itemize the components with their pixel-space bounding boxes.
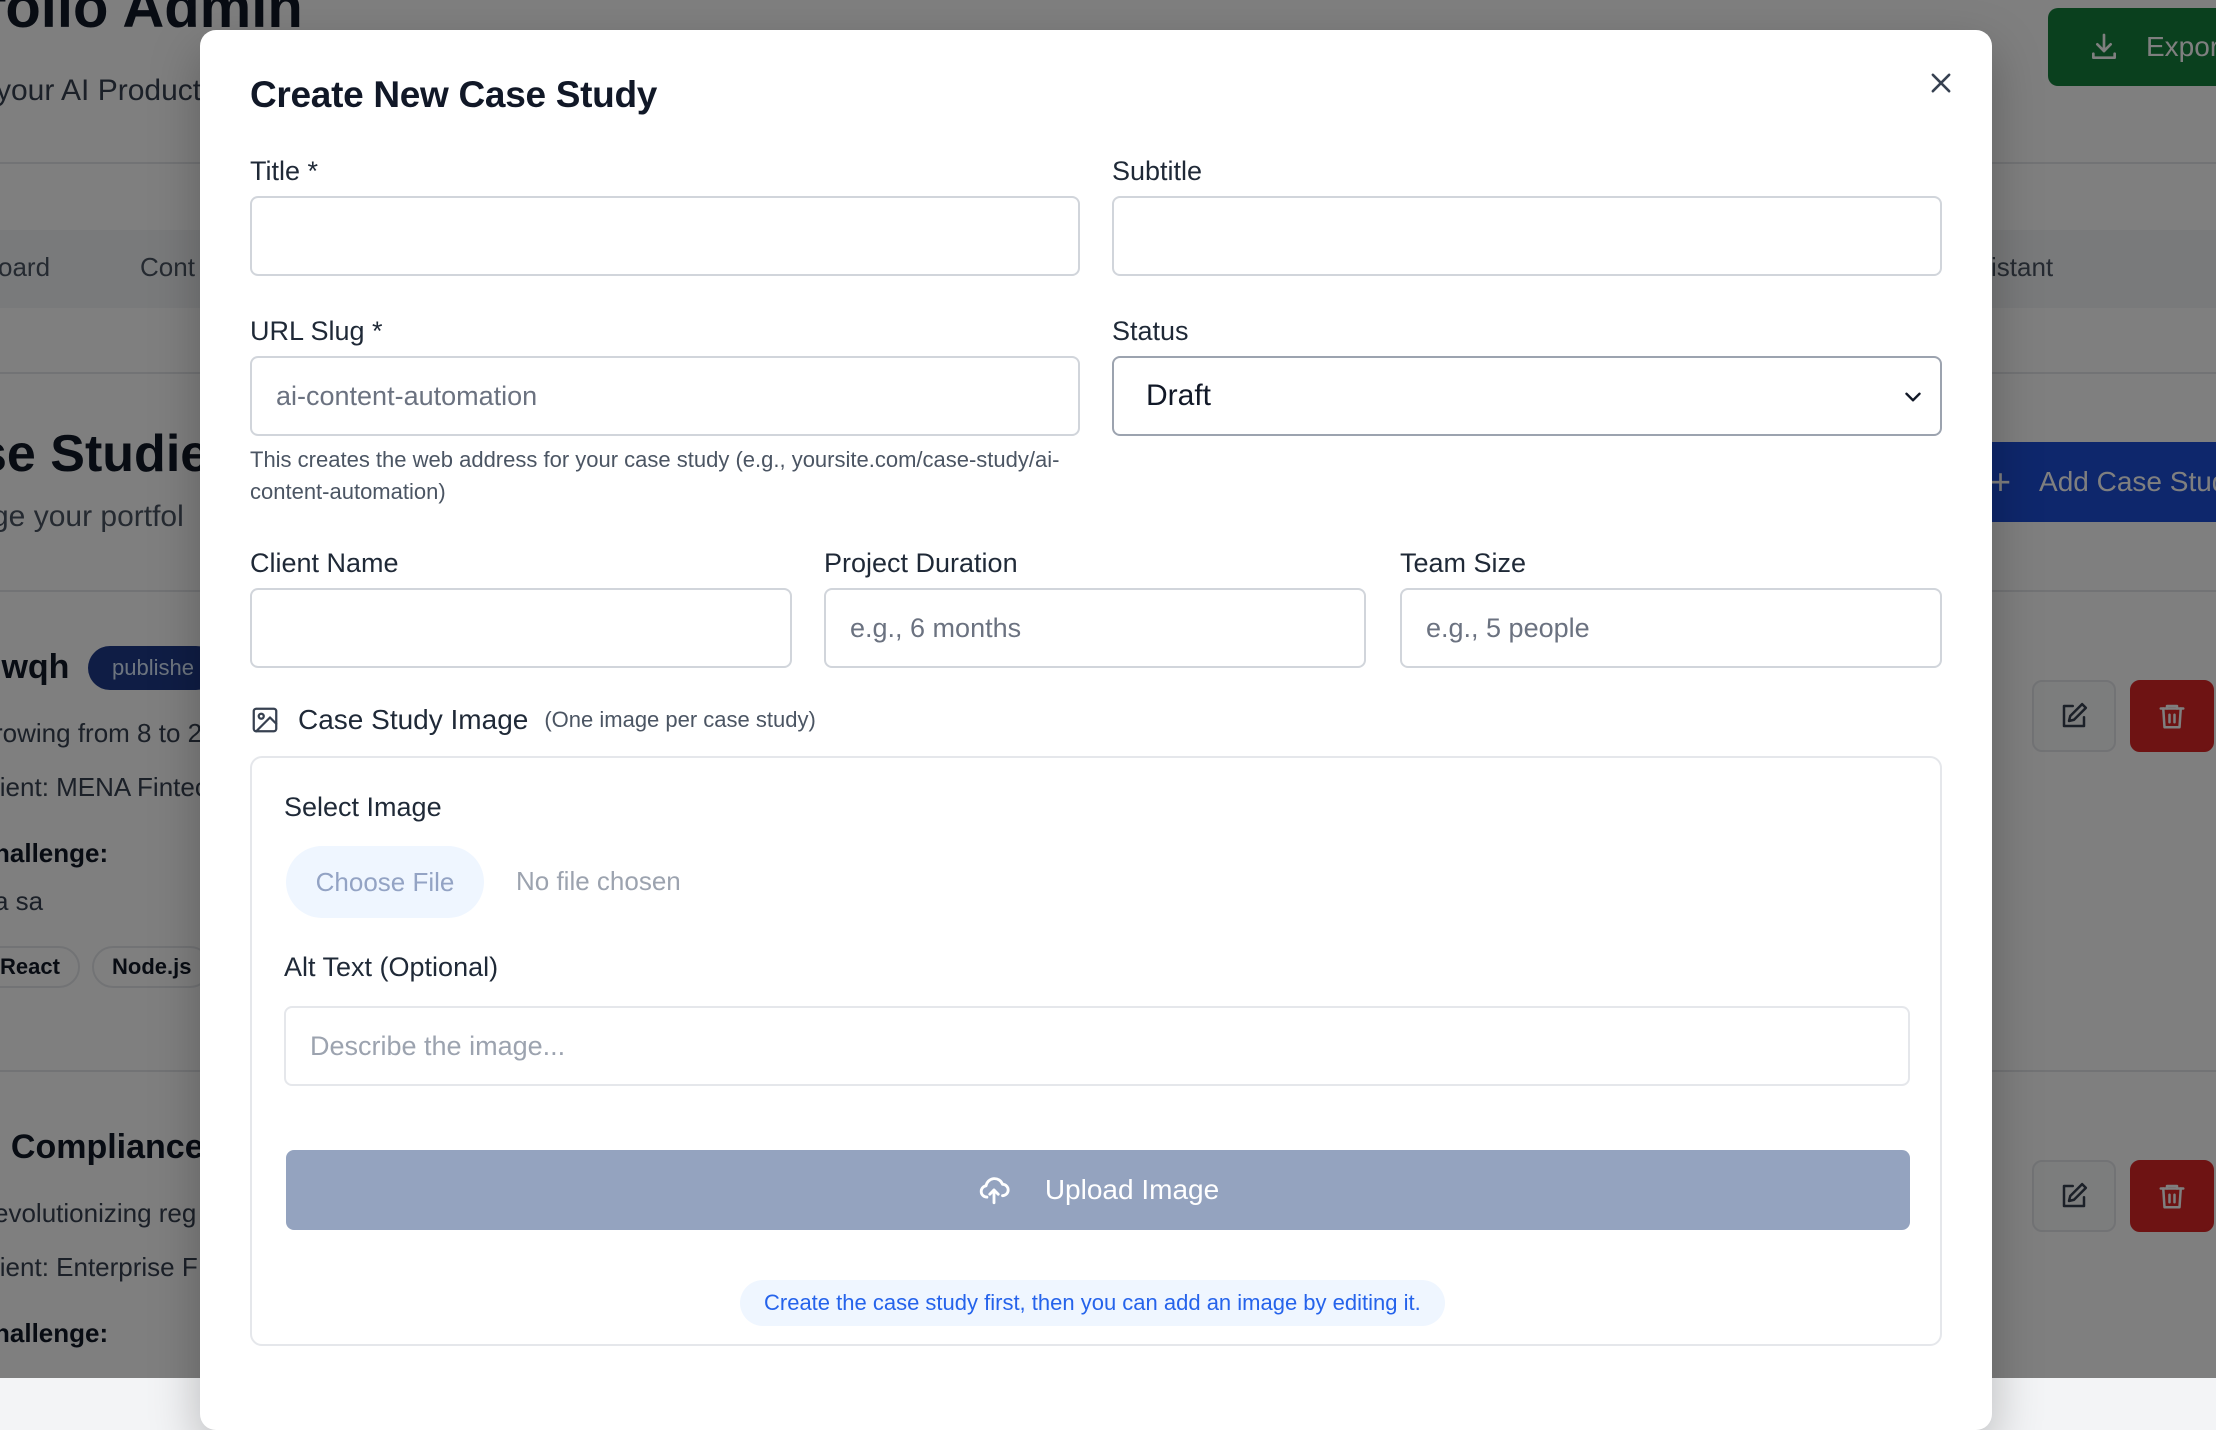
no-file-text: No file chosen	[516, 866, 681, 896]
status-selected-value: Draft	[1146, 379, 1212, 412]
image-upload-panel: Select Image Choose File No file chosen …	[250, 756, 1942, 1346]
image-icon	[252, 707, 278, 733]
image-section-note: (One image per case study)	[544, 707, 816, 732]
subtitle-label: Subtitle	[1112, 156, 1203, 186]
slug-label: URL Slug *	[250, 316, 383, 346]
team-size-input[interactable]	[1400, 588, 1942, 668]
alt-text-input[interactable]	[284, 1006, 1910, 1086]
slug-input[interactable]	[250, 356, 1080, 436]
client-name-input[interactable]	[250, 588, 792, 668]
create-case-study-dialog: Create New Case Study Title * Subtitle U…	[200, 30, 1992, 1430]
status-select[interactable]: Draft	[1112, 356, 1942, 436]
chevron-down-icon	[1905, 392, 1921, 402]
cloud-upload-icon	[979, 1177, 1010, 1205]
client-name-label: Client Name	[250, 548, 399, 578]
alt-text-label: Alt Text (Optional)	[284, 952, 499, 982]
project-duration-input[interactable]	[824, 588, 1366, 668]
slug-help-text: This creates the web address for your ca…	[250, 447, 1060, 504]
close-button[interactable]	[1918, 60, 1964, 106]
info-message: Create the case study first, then you ca…	[740, 1280, 1445, 1326]
dialog-title: Create New Case Study	[250, 74, 658, 115]
image-section-title: Case Study Image	[298, 704, 529, 735]
choose-file-button[interactable]: Choose File	[286, 846, 484, 918]
team-size-label: Team Size	[1400, 548, 1527, 578]
subtitle-input[interactable]	[1112, 196, 1942, 276]
title-input[interactable]	[250, 196, 1080, 276]
close-icon	[1931, 73, 1951, 93]
status-label: Status	[1112, 316, 1189, 346]
image-section-heading: Case Study Image (One image per case stu…	[250, 700, 816, 740]
upload-image-button[interactable]: Upload Image	[286, 1150, 1910, 1230]
upload-image-label: Upload Image	[1044, 1174, 1220, 1205]
select-image-label: Select Image	[284, 792, 442, 822]
title-label: Title *	[250, 156, 319, 186]
project-duration-label: Project Duration	[824, 548, 1018, 578]
